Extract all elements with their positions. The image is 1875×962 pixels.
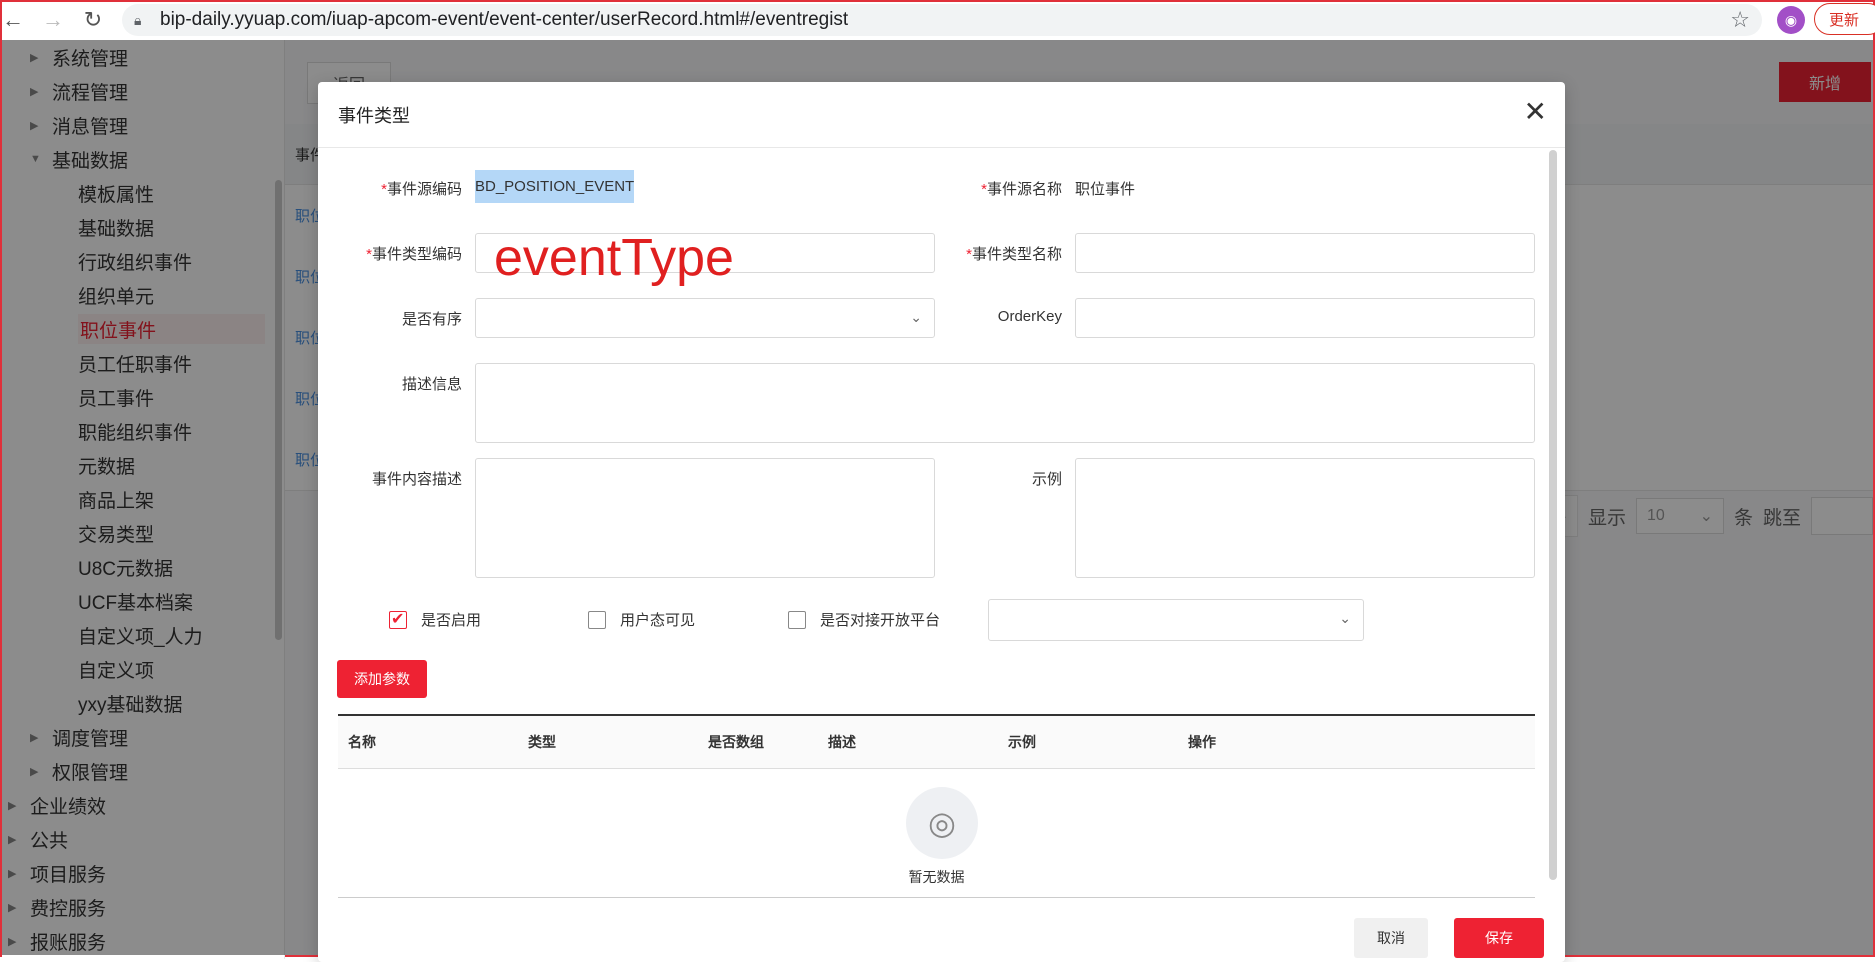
forward-arrow-icon[interactable]: → [36,3,70,37]
orderkey-input[interactable] [1075,298,1535,338]
chevron-down-icon: ⌄ [1339,610,1351,626]
lock-icon: 🔒︎ [134,11,142,28]
column-name: 名称 [348,734,376,750]
enabled-checkbox[interactable]: 是否启用 [389,609,481,630]
user-visible-label: 用户态可见 [620,612,696,629]
example-label: 示例 [1031,471,1062,488]
column-actions: 操作 [1188,734,1216,750]
parameter-table: 名称 类型 是否数组 描述 示例 操作 ◎ 暂无数据 [338,714,1535,898]
save-button[interactable]: 保存 [1454,918,1544,958]
checkbox-icon[interactable] [588,610,606,629]
enabled-label: 是否启用 [421,612,482,629]
ordered-select[interactable]: ⌄ [475,298,935,338]
type-name-input[interactable] [1075,233,1535,273]
browser-toolbar: ← → ↻ 🔒︎ bip-daily.yyuap.com/iuap-apcom-… [0,2,1875,40]
example-textarea[interactable] [1075,458,1535,578]
open-platform-label: 是否对接开放平台 [820,612,941,629]
parameter-table-header: 名称 类型 是否数组 描述 示例 操作 [338,714,1535,769]
cancel-button[interactable]: 取消 [1354,918,1428,958]
add-parameter-button[interactable]: 添加参数 [337,660,427,698]
user-visible-checkbox[interactable]: 用户态可见 [588,609,695,630]
description-textarea[interactable] [475,363,1535,443]
type-code-label: *事件类型编码 [366,246,462,263]
close-icon[interactable]: ✕ [1524,98,1547,126]
orderkey-label: OrderKey [997,308,1062,325]
url-text: bip-daily.yyuap.com/iuap-apcom-event/eve… [160,9,849,30]
ordered-label: 是否有序 [401,311,462,328]
empty-text: 暂无数据 [908,869,965,885]
empty-robot-icon: ◎ [906,787,978,859]
back-arrow-icon[interactable]: ← [0,3,30,37]
source-name-value: 职位事件 [1075,181,1136,198]
checkbox-checked-icon[interactable] [389,609,407,629]
open-platform-select[interactable]: ⌄ [988,599,1364,641]
dialog-title: 事件类型 [338,106,410,126]
content-description-textarea[interactable] [475,458,935,578]
source-code-label: *事件源编码 [381,181,462,198]
bookmark-star-icon[interactable]: ☆ [1730,7,1750,33]
browser-update-button[interactable]: 更新 [1814,3,1875,35]
annotation-text: eventType [494,229,734,287]
description-label: 描述信息 [401,376,462,393]
checkbox-icon[interactable] [788,610,806,629]
source-code-value: BD_POSITION_EVENT [475,170,634,203]
source-name-label: *事件源名称 [981,181,1062,198]
event-type-dialog: 事件类型 ✕ *事件源编码 BD_POSITION_EVENT *事件源名称 职… [318,82,1565,962]
type-name-label: *事件类型名称 [966,246,1062,263]
column-description: 描述 [828,734,856,750]
column-example: 示例 [1008,734,1036,750]
profile-avatar-icon[interactable]: ◉ [1777,6,1805,34]
address-bar[interactable]: 🔒︎ bip-daily.yyuap.com/iuap-apcom-event/… [122,4,1762,36]
column-is-array: 是否数组 [708,734,764,750]
content-description-label: 事件内容描述 [371,471,462,488]
column-type: 类型 [528,734,556,750]
reload-icon[interactable]: ↻ [76,3,110,37]
open-platform-checkbox[interactable]: 是否对接开放平台 [788,609,940,630]
dialog-scrollbar[interactable] [1549,150,1557,880]
empty-state: ◎ 暂无数据 [338,769,1535,898]
dialog-header: 事件类型 ✕ [318,82,1565,148]
